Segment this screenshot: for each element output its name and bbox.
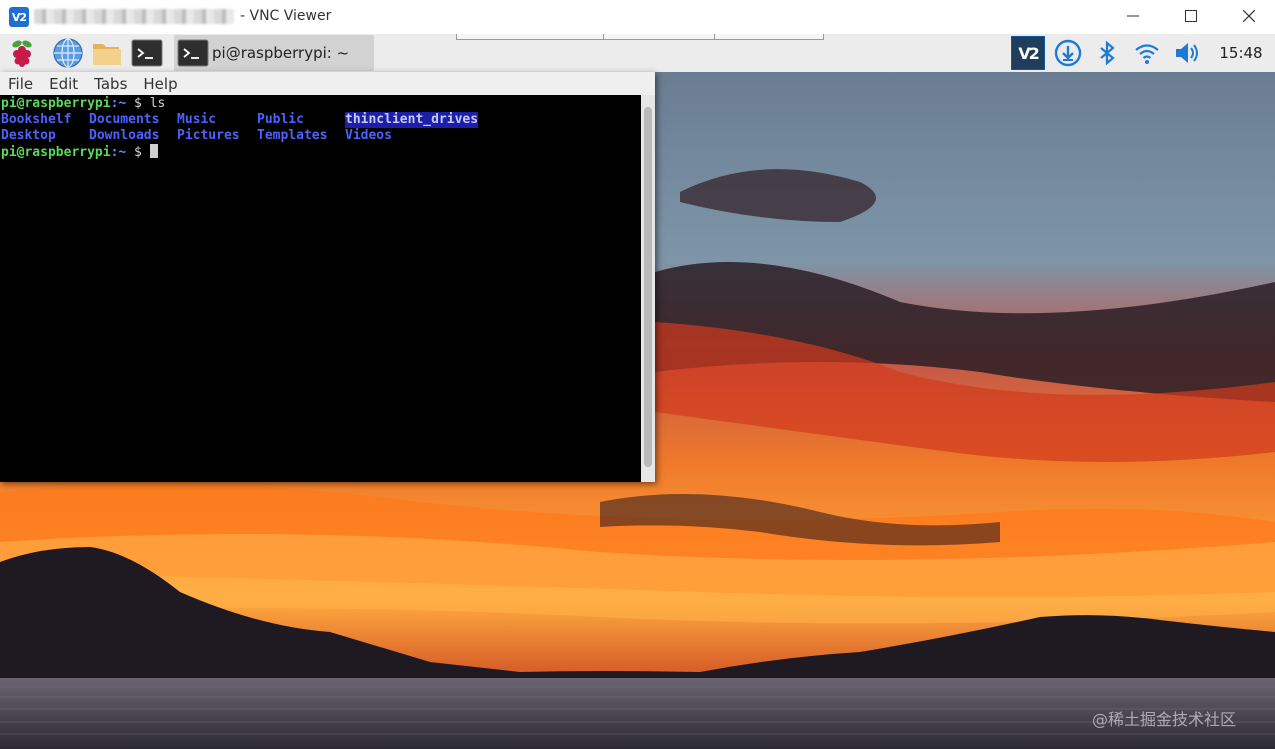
bluetooth-tray-button[interactable] <box>1091 37 1123 69</box>
web-browser-button[interactable] <box>52 37 84 69</box>
terminal-scrollbar[interactable] <box>641 95 655 482</box>
dir-entry-highlighted: thinclient_drives <box>345 112 479 128</box>
globe-icon <box>53 38 83 68</box>
dir-entry: Documents <box>89 112 160 127</box>
vnc-window-titlebar: V2 - VNC Viewer <box>0 0 1275 34</box>
taskbar-task-label: pi@raspberrypi: ~ <box>212 44 350 62</box>
command-text: $ <box>126 145 150 160</box>
watermark-text: @稀土掘金技术社区 <box>1092 710 1237 729</box>
raspberry-menu-button[interactable] <box>6 37 38 69</box>
terminal-menubar: File Edit Tabs Help <box>0 72 655 95</box>
prompt-path: :~ <box>110 96 127 111</box>
terminal-line: Bookshelf Documents Music Public thinclient_… <box>0 112 641 128</box>
wifi-icon <box>1135 44 1159 64</box>
volume-tray-button[interactable] <box>1172 37 1204 69</box>
maximize-icon <box>1185 10 1197 22</box>
vnc-window-title: - VNC Viewer <box>240 8 332 24</box>
folder-icon <box>93 44 121 65</box>
maximize-button[interactable] <box>1162 0 1220 32</box>
dir-entry: Public <box>257 112 304 127</box>
terminal-line: pi@raspberrypi:~ $ <box>0 144 641 160</box>
prompt-path: :~ <box>110 145 127 160</box>
terminal-window: File Edit Tabs Help pi@raspberrypi:~ $ l… <box>0 72 655 482</box>
vnc-icon: V2 <box>1018 43 1039 63</box>
terminal-line: Desktop Downloads Pictures Templates Videos <box>0 128 641 144</box>
terminal-cursor <box>149 144 158 158</box>
dir-entry: Videos <box>345 128 392 143</box>
volume-icon <box>1176 43 1198 63</box>
prompt-user: pi@raspberrypi <box>1 145 111 160</box>
dir-entry: Downloads <box>89 128 160 143</box>
vnc-toolbar-handle[interactable] <box>456 34 824 40</box>
bluetooth-icon <box>1100 40 1115 66</box>
update-tray-button[interactable] <box>1052 37 1084 69</box>
taskbar-task-terminal[interactable]: pi@raspberrypi: ~ <box>174 35 374 71</box>
taskbar: pi@raspberrypi: ~ V2 15:48 <box>0 34 1275 73</box>
raspberry-icon <box>12 40 32 67</box>
menu-help[interactable]: Help <box>135 75 185 93</box>
terminal-launcher-button[interactable] <box>131 37 163 69</box>
command-text: $ ls <box>126 96 166 111</box>
scrollbar-thumb[interactable] <box>644 107 652 467</box>
minimize-icon <box>1127 15 1139 17</box>
wifi-tray-button[interactable] <box>1131 37 1163 69</box>
dir-entry: Templates <box>257 128 328 143</box>
menu-tabs[interactable]: Tabs <box>86 75 135 93</box>
menu-file[interactable]: File <box>0 75 41 93</box>
minimize-button[interactable] <box>1104 0 1162 32</box>
dir-entry: Desktop <box>1 128 56 143</box>
terminal-output[interactable]: pi@raspberrypi:~ $ ls Bookshelf Documents… <box>0 95 641 482</box>
vnc-logo-icon: V2 <box>9 7 29 27</box>
menu-edit[interactable]: Edit <box>41 75 86 93</box>
dir-entry: Music <box>177 112 217 127</box>
close-icon <box>1243 10 1255 22</box>
vnc-server-tray-button[interactable]: V2 <box>1011 36 1045 70</box>
file-manager-button[interactable] <box>91 37 123 69</box>
prompt-user: pi@raspberrypi <box>1 96 111 111</box>
terminal-icon <box>131 39 163 67</box>
update-icon <box>1054 39 1082 67</box>
vnc-hostname-redacted <box>34 9 234 24</box>
close-button[interactable] <box>1220 0 1275 32</box>
terminal-line: pi@raspberrypi:~ $ ls <box>0 96 641 112</box>
dir-entry: Bookshelf <box>1 112 72 127</box>
taskbar-clock[interactable]: 15:48 <box>1216 44 1266 62</box>
terminal-icon <box>177 39 209 67</box>
dir-entry: Pictures <box>177 128 240 143</box>
